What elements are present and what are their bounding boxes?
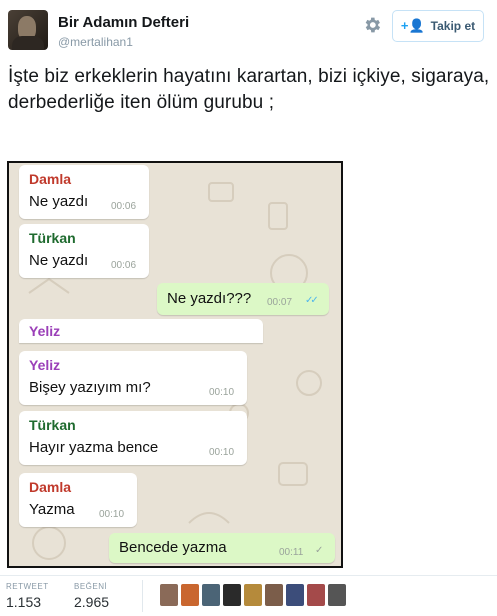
footer-divider <box>0 575 497 576</box>
tweet-text: İşte biz erkeklerin hayatını karartan, b… <box>8 66 490 113</box>
message-sender: Yeliz <box>29 323 61 339</box>
retweet-label: RETWEET <box>6 582 49 591</box>
message-time: 00:10 <box>209 387 235 398</box>
liker-avatar[interactable] <box>244 584 262 606</box>
avatar[interactable] <box>8 10 48 50</box>
message-sender: Yeliz <box>29 357 61 373</box>
message-time: 00:10 <box>99 509 125 520</box>
like-label: BEĞENİ <box>74 582 108 591</box>
message-time: 00:10 <box>209 447 235 458</box>
read-ticks-icon: ✓ <box>315 545 324 556</box>
message-bubble[interactable]: Türkan Ne yazdı 00:06 <box>19 224 149 278</box>
outgoing-message-bubble[interactable]: Ne yazdı??? 00:07 ✓✓ <box>157 283 329 315</box>
message-bubble[interactable]: Damla Ne yazdı 00:06 <box>19 165 149 219</box>
avatar-body <box>12 36 44 50</box>
follow-button[interactable]: +👤 Takip et <box>392 10 484 42</box>
liker-avatar[interactable] <box>160 584 178 606</box>
add-user-icon: +👤 <box>400 18 425 33</box>
gear-icon[interactable] <box>362 15 382 35</box>
message-text: Bencede yazma <box>119 539 227 556</box>
read-ticks-icon: ✓✓ <box>305 295 319 306</box>
message-sender: Türkan <box>29 417 76 433</box>
liker-avatar[interactable] <box>265 584 283 606</box>
liker-avatar[interactable] <box>307 584 325 606</box>
message-sender: Damla <box>29 479 72 495</box>
message-time: 00:07 <box>267 297 293 308</box>
stats-separator <box>142 580 143 612</box>
user-handle[interactable]: @mertalihan1 <box>58 35 133 49</box>
message-bubble-partial[interactable]: Yeliz <box>19 319 263 343</box>
retweet-count[interactable]: 1.153 <box>6 594 41 610</box>
message-text: Yazma <box>29 501 75 518</box>
message-text: Ne yazdı??? <box>167 290 252 307</box>
liker-avatar[interactable] <box>202 584 220 606</box>
message-text: Ne yazdı <box>29 193 89 210</box>
liker-avatar[interactable] <box>286 584 304 606</box>
display-name[interactable]: Bir Adamın Defteri <box>58 14 189 31</box>
message-bubble[interactable]: Yeliz Bişey yazıyım mı? 00:10 <box>19 351 247 405</box>
message-text: Ne yazdı <box>29 252 89 269</box>
message-time: 00:06 <box>111 260 137 271</box>
like-count[interactable]: 2.965 <box>74 594 109 610</box>
message-bubble[interactable]: Türkan Hayır yazma bence 00:10 <box>19 411 247 465</box>
message-text: Hayır yazma bence <box>29 439 159 456</box>
message-time: 00:11 <box>279 547 304 558</box>
message-sender: Damla <box>29 171 72 187</box>
message-sender: Türkan <box>29 230 76 246</box>
chat-screenshot: Damla Ne yazdı 00:06 Türkan Ne yazdı 00:… <box>7 161 343 568</box>
liker-avatar[interactable] <box>223 584 241 606</box>
follow-label: Takip et <box>430 19 476 33</box>
message-text: Bişey yazıyım mı? <box>29 379 151 396</box>
outgoing-message-bubble[interactable]: Bencede yazma 00:11 ✓ <box>109 533 335 563</box>
liker-avatar[interactable] <box>181 584 199 606</box>
liker-avatar[interactable] <box>328 584 346 606</box>
message-time: 00:06 <box>111 201 137 212</box>
message-bubble[interactable]: Damla Yazma 00:10 <box>19 473 137 527</box>
